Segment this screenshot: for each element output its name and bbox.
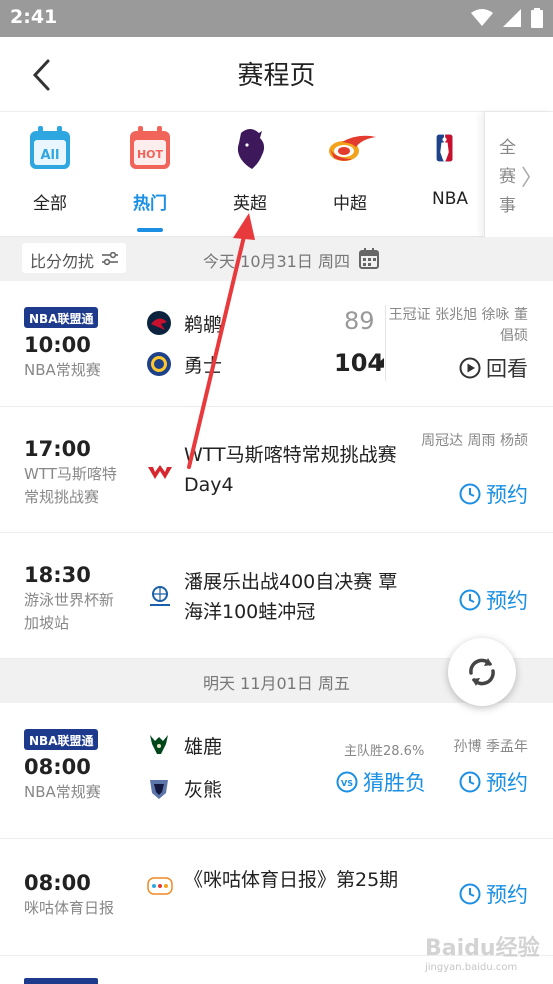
tab-all[interactable]: All 全部 — [0, 112, 100, 237]
all-events-button[interactable]: 全赛事 〉 — [484, 112, 553, 237]
svg-text:VS: VS — [341, 779, 353, 788]
battery-icon — [531, 8, 543, 28]
tab-csl-label: 中超 — [333, 194, 367, 214]
match-type: NBA常规赛 — [24, 361, 101, 379]
reserve-label: 预约 — [486, 883, 528, 907]
nba-league-pass-badge: NBA联盟通 — [24, 307, 98, 328]
calendar-hot-icon: HOT — [130, 126, 170, 169]
bucks-logo-icon — [150, 735, 168, 754]
match-row[interactable]: NBA联盟通 08:00 NBA常规赛 雄鹿 灰熊 主队胜28.6% VS 猜胜… — [0, 703, 553, 839]
swimming-world-cup-logo-icon — [150, 586, 170, 606]
vs-icon: VS — [336, 771, 358, 793]
home-team-name: 雄鹿 — [184, 735, 223, 758]
reserve-label: 预约 — [486, 771, 528, 795]
signal-icon — [503, 9, 521, 27]
away-score: 104 — [334, 349, 385, 377]
active-tab-indicator — [137, 228, 163, 232]
page-title: 赛程页 — [237, 61, 316, 91]
winner-marker-icon — [378, 358, 384, 368]
tab-premier-league[interactable]: 英超 — [200, 112, 300, 237]
nba-icon — [436, 134, 453, 162]
wtt-logo-icon — [148, 465, 172, 479]
match-row[interactable]: NBA联盟通 10:00 NBA常规赛 鹈鹕 勇士 89 104 王冠证 张兆旭… — [0, 281, 553, 407]
svg-text:HOT: HOT — [137, 148, 164, 161]
premier-league-icon — [237, 129, 265, 169]
next-badge-partial — [24, 978, 98, 984]
refresh-icon — [469, 658, 495, 686]
commentators: 周冠达 周雨 杨颉 — [421, 433, 528, 449]
svg-text:All: All — [41, 148, 60, 163]
home-team: 雄鹿 — [146, 730, 222, 760]
match-type: 游泳世界杯新加坡站 — [24, 591, 115, 632]
replay-button[interactable]: 回看 — [459, 353, 528, 383]
nba-league-pass-badge: NBA联盟通 — [24, 729, 98, 750]
reserve-button[interactable]: 预约 — [459, 479, 528, 509]
tab-csl[interactable]: 中超 — [300, 112, 400, 237]
pelicans-logo-icon — [147, 311, 171, 335]
replay-label: 回看 — [486, 357, 528, 381]
match-time: 17:00 — [24, 437, 91, 461]
watermark: Baidu经验 jingyan.baidu.com — [425, 930, 545, 980]
match-time: 08:00 — [24, 871, 91, 895]
migu-daily-logo-icon — [147, 877, 173, 895]
away-team: 勇士 — [146, 349, 222, 379]
calendar-icon[interactable] — [359, 248, 379, 269]
reserve-button[interactable]: 预约 — [459, 767, 528, 797]
commentators: 孙博 季孟年 — [453, 739, 528, 755]
home-score: 89 — [344, 307, 375, 335]
status-time: 2:41 — [10, 6, 58, 28]
clock-icon — [459, 483, 481, 505]
tab-hot-label: 热门 — [133, 194, 167, 214]
category-tabs: All 全部 HOT 热门 英超 中超 NBA 全赛事 〉 — [0, 112, 553, 237]
match-time: 10:00 — [24, 333, 91, 357]
chevron-right-icon: 〉 — [521, 166, 544, 191]
match-row[interactable]: 17:00 WTT马斯喀特常规挑战赛 WTT马斯喀特常规挑战赛Day4 周冠达 … — [0, 407, 553, 533]
event-title: 《咪咕体育日报》第25期 — [184, 869, 399, 891]
watermark-text: Baidu经验 — [425, 936, 540, 961]
grizzlies-logo-icon — [150, 780, 168, 799]
away-team-name: 勇士 — [184, 354, 223, 377]
watermark-subtext: jingyan.baidu.com — [425, 962, 518, 973]
match-time: 08:00 — [24, 755, 91, 779]
home-team-name: 鹈鹕 — [184, 313, 223, 336]
csl-icon — [329, 135, 376, 161]
divider — [385, 305, 386, 381]
all-events-label: 全赛事 — [499, 138, 516, 216]
guess-result-label: 猜胜负 — [363, 771, 426, 795]
date-label: 今天 10月31日 周四 — [203, 252, 350, 271]
event-title: WTT马斯喀特常规挑战赛Day4 — [184, 444, 397, 496]
match-type: 咪咕体育日报 — [24, 899, 115, 917]
away-team: 灰熊 — [146, 773, 222, 803]
tab-hot[interactable]: HOT 热门 — [100, 112, 200, 237]
reserve-button[interactable]: 预约 — [459, 585, 528, 615]
status-bar: 2:41 — [0, 0, 553, 37]
match-time: 18:30 — [24, 563, 91, 587]
event-title: 潘展乐出战400自决赛 覃海洋100蛙冲冠 — [184, 571, 398, 623]
commentators: 王冠证 张兆旭 徐咏 董倡硕 — [388, 307, 528, 344]
guess-result-button[interactable]: VS 猜胜负 — [336, 767, 426, 797]
refresh-button[interactable] — [448, 638, 516, 706]
warriors-logo-icon — [147, 352, 171, 376]
clock-icon — [459, 771, 481, 793]
play-circle-icon — [459, 357, 481, 379]
date-header-today: 比分勿扰 今天 10月31日 周四 — [0, 237, 553, 281]
tab-all-label: 全部 — [33, 194, 67, 214]
reserve-button[interactable]: 预约 — [459, 879, 528, 909]
match-type: WTT马斯喀特常规挑战赛 — [24, 465, 117, 506]
home-team: 鹈鹕 — [146, 308, 222, 338]
page-header: 赛程页 — [0, 37, 553, 112]
wifi-icon — [471, 9, 493, 26]
reserve-label: 预约 — [486, 483, 528, 507]
clock-icon — [459, 589, 481, 611]
calendar-all-icon: All — [30, 126, 70, 169]
match-type: NBA常规赛 — [24, 783, 101, 801]
tab-premier-league-label: 英超 — [233, 194, 267, 214]
reserve-label: 预约 — [486, 589, 528, 613]
status-icons — [471, 8, 543, 28]
away-team-name: 灰熊 — [184, 778, 223, 801]
clock-icon — [459, 883, 481, 905]
